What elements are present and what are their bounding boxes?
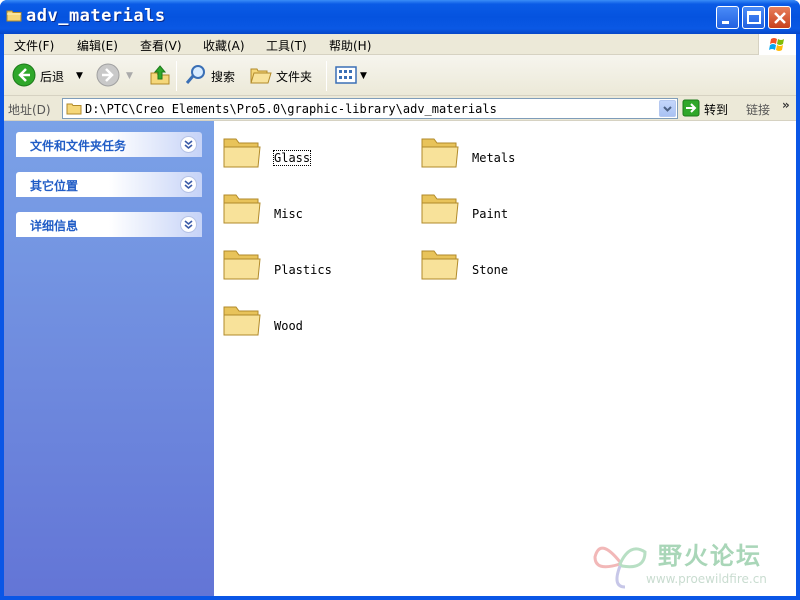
views-dropdown-icon[interactable]: ▼ [360, 71, 367, 81]
folder-icon [223, 250, 261, 280]
folder-item[interactable]: Stone [420, 243, 610, 287]
folder-icon [223, 138, 261, 168]
task-label: 详细信息 [30, 219, 79, 233]
go-button[interactable]: 转到 [682, 99, 728, 120]
back-arrow-icon [12, 63, 36, 90]
minimize-button[interactable] [716, 6, 739, 29]
forward-dropdown-icon[interactable]: ▼ [126, 71, 133, 81]
folder-item[interactable]: Misc [222, 187, 412, 231]
folder-name: Paint [472, 207, 509, 221]
search-icon [184, 63, 208, 90]
task-label: 文件和文件夹任务 [30, 139, 127, 153]
forward-button[interactable]: ▼ [96, 62, 133, 90]
forward-arrow-icon [96, 63, 120, 90]
address-path: D:\PTC\Creo Elements\Pro5.0\graphic-libr… [85, 102, 497, 116]
folder-name: Plastics [274, 263, 332, 277]
chevron-right-icon[interactable]: » [782, 98, 790, 112]
file-list[interactable]: Glass Metals Misc Paint Plastics Stone W… [214, 121, 796, 596]
search-button[interactable]: 搜索 [184, 62, 235, 90]
title-bar[interactable]: adv_materials [0, 0, 800, 34]
folder-icon [421, 250, 459, 280]
folder-icon [421, 138, 459, 168]
menu-bar: 文件(F) 编辑(E) 查看(V) 收藏(A) 工具(T) 帮助(H) [4, 34, 796, 55]
chevron-double-down-icon[interactable] [180, 136, 197, 153]
toolbar-separator [326, 61, 327, 91]
address-dropdown-button[interactable] [659, 100, 676, 117]
toolbar: 后退 ▼ ▼ 搜索 文件夹 ▼ [4, 55, 796, 96]
task-pane: 文件和文件夹任务 其它位置 详细信息 [4, 121, 214, 596]
go-label: 转到 [704, 103, 729, 117]
folder-name: Stone [472, 263, 509, 277]
folder-icon [223, 194, 261, 224]
folder-item[interactable]: Plastics [222, 243, 412, 287]
folder-item[interactable]: Paint [420, 187, 610, 231]
watermark-url: www.proewildfire.cn [646, 572, 767, 586]
folders-icon [249, 63, 273, 90]
address-label: 地址(D) [8, 103, 51, 117]
windows-logo-icon [758, 34, 796, 55]
chevron-double-down-icon[interactable] [180, 176, 197, 193]
folder-icon [6, 9, 22, 22]
address-field[interactable]: D:\PTC\Creo Elements\Pro5.0\graphic-libr… [62, 98, 678, 119]
folders-label: 文件夹 [276, 69, 313, 84]
back-button[interactable]: 后退 ▼ [12, 62, 83, 90]
up-folder-icon [148, 63, 172, 90]
folder-icon [421, 194, 459, 224]
up-folder-button[interactable] [148, 62, 172, 90]
watermark-text: 野火论坛 [658, 542, 762, 570]
search-label: 搜索 [211, 69, 236, 84]
folder-name: Glass [272, 150, 312, 166]
folder-item[interactable]: Wood [222, 299, 412, 343]
folder-icon [223, 306, 261, 336]
menu-tools[interactable]: 工具(T) [266, 37, 307, 54]
views-icon [334, 63, 358, 90]
links-label[interactable]: 链接 [746, 101, 770, 118]
window-title: adv_materials [26, 6, 166, 26]
task-other-places[interactable]: 其它位置 [16, 172, 202, 197]
folder-name: Misc [274, 207, 303, 221]
go-arrow-icon [682, 99, 700, 120]
folders-button[interactable]: 文件夹 [249, 62, 312, 90]
chevron-double-down-icon[interactable] [180, 216, 197, 233]
menu-file[interactable]: 文件(F) [14, 37, 54, 54]
task-details[interactable]: 详细信息 [16, 212, 202, 237]
views-button[interactable]: ▼ [334, 62, 367, 90]
menu-favorites[interactable]: 收藏(A) [203, 37, 245, 54]
address-bar: 地址(D) D:\PTC\Creo Elements\Pro5.0\graphi… [4, 96, 796, 121]
menu-help[interactable]: 帮助(H) [329, 37, 371, 54]
folder-item[interactable]: Glass [222, 131, 412, 175]
back-label: 后退 [40, 69, 65, 84]
close-button[interactable] [768, 6, 791, 29]
menu-view[interactable]: 查看(V) [140, 37, 182, 54]
folder-name: Wood [274, 319, 303, 333]
task-file-folder[interactable]: 文件和文件夹任务 [16, 132, 202, 157]
folder-item[interactable]: Metals [420, 131, 610, 175]
toolbar-separator [176, 61, 177, 91]
explorer-window: adv_materials 文件(F) 编辑(E) 查看(V) 收藏(A) 工具… [0, 0, 800, 600]
maximize-button[interactable] [742, 6, 765, 29]
back-dropdown-icon[interactable]: ▼ [76, 71, 83, 81]
watermark: 野火论坛 www.proewildfire.cn [590, 532, 795, 592]
window-border [0, 596, 800, 600]
butterfly-logo-icon [593, 546, 647, 589]
folder-name: Metals [472, 151, 516, 165]
menu-edit[interactable]: 编辑(E) [77, 37, 118, 54]
task-label: 其它位置 [30, 179, 79, 193]
folder-icon [66, 101, 82, 118]
